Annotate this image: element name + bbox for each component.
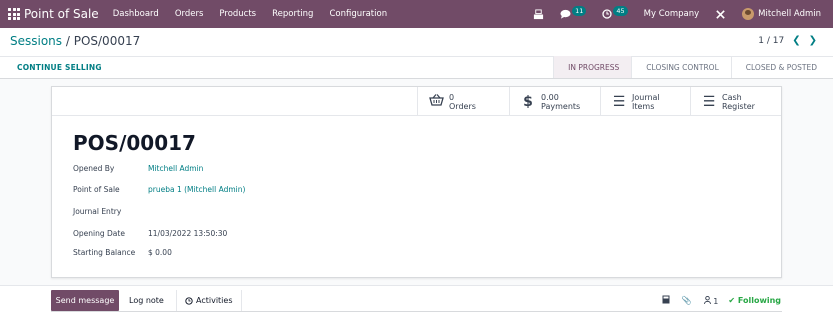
divider — [51, 311, 782, 312]
clock-icon — [185, 296, 193, 305]
status-bar: IN PROGRESS CLOSING CONTROL CLOSED & POS… — [553, 56, 829, 78]
app-brand[interactable]: Point of Sale — [24, 7, 99, 21]
user-name: Mitchell Admin — [758, 9, 821, 19]
cash-register-icon — [533, 8, 544, 19]
chatter: Send message Log note Activities 📎 1 ✔ F… — [0, 285, 833, 324]
breadcrumb-sessions[interactable]: Sessions — [10, 34, 62, 48]
field-starting-balance: $ 0.00 — [148, 248, 172, 257]
field-point-of-sale[interactable]: prueba 1 (Mitchell Admin) — [148, 185, 245, 194]
nav-reporting[interactable]: Reporting — [272, 9, 313, 19]
chat-icon — [560, 9, 571, 19]
cash-register-line1: Cash — [722, 92, 742, 102]
status-closing-control[interactable]: CLOSING CONTROL — [631, 56, 730, 78]
cash-register-smart-button[interactable]: ☰ Cash Register — [690, 87, 782, 116]
field-opened-by[interactable]: Mitchell Admin — [148, 164, 203, 173]
orders-count: 0 — [449, 92, 455, 102]
pager: 1 / 17 ❮ ❯ — [758, 35, 817, 46]
payments-label: Payments — [541, 101, 581, 111]
nav-products[interactable]: Products — [219, 9, 256, 19]
status-closed-posted[interactable]: CLOSED & POSTED — [730, 56, 829, 78]
followers-button[interactable]: 1 — [703, 295, 719, 306]
clock-icon — [602, 9, 613, 19]
basket-icon — [428, 93, 444, 110]
bars-icon: ☰ — [702, 93, 716, 110]
avatar — [742, 8, 755, 20]
journal-items-line1: Journal — [632, 92, 660, 102]
pager-previous-icon[interactable]: ❮ — [792, 35, 800, 46]
activity-menu[interactable]: 45 — [602, 6, 628, 19]
messaging-menu[interactable]: 11 — [560, 6, 587, 19]
continue-selling-button[interactable]: CONTINUE SELLING — [17, 63, 102, 72]
tools-icon — [716, 9, 725, 19]
nav-dashboard[interactable]: Dashboard — [113, 9, 159, 19]
field-label-opened-by: Opened By — [73, 164, 115, 173]
field-label-journal-entry: Journal Entry — [73, 207, 122, 216]
orders-label: Orders — [449, 101, 476, 111]
book-icon[interactable] — [662, 295, 670, 306]
bars-icon: ☰ — [612, 93, 626, 110]
field-label-opening-date: Opening Date — [73, 229, 125, 238]
debug-menu[interactable] — [715, 9, 726, 20]
following-button[interactable]: ✔ Following — [728, 296, 781, 305]
activities-label: Activities — [196, 296, 233, 305]
field-label-starting-balance: Starting Balance — [73, 248, 136, 257]
pager-value[interactable]: 1 / 17 — [758, 36, 784, 46]
paperclip-icon[interactable]: 📎 — [682, 296, 692, 305]
messages-badge: 11 — [572, 6, 587, 16]
status-in-progress[interactable]: IN PROGRESS — [553, 56, 632, 78]
nav-configuration[interactable]: Configuration — [329, 9, 387, 19]
dollar-icon: $ — [523, 93, 533, 110]
activities-badge: 45 — [613, 6, 628, 16]
systray: 11 45 My Company Mitchell Admin — [525, 0, 829, 28]
payments-smart-button[interactable]: $ 0.00 Payments — [509, 87, 601, 116]
orders-smart-button[interactable]: 0 Orders — [417, 87, 509, 116]
main-navbar: Point of Sale Dashboard Orders Products … — [0, 0, 833, 28]
field-label-point-of-sale: Point of Sale — [73, 185, 120, 194]
user-menu[interactable]: Mitchell Admin — [742, 8, 821, 20]
smart-button-box: 0 Orders $ 0.00 Payments ☰ Journal Items ☰ … — [52, 87, 781, 116]
journal-items-smart-button[interactable]: ☰ Journal Items — [600, 87, 692, 116]
breadcrumb: Sessions / POS/00017 — [10, 34, 140, 48]
apps-grid-icon — [8, 8, 20, 20]
journal-items-line2: Items — [632, 101, 655, 111]
cash-register-line2: Register — [722, 101, 755, 111]
record-title: POS/00017 — [73, 131, 196, 155]
form-sheet: 0 Orders $ 0.00 Payments ☰ Journal Items ☰ … — [51, 86, 782, 278]
user-icon — [703, 295, 711, 304]
send-message-button[interactable]: Send message — [51, 290, 119, 311]
field-opening-date: 11/03/2022 13:50:30 — [148, 229, 228, 238]
activities-button[interactable]: Activities — [176, 290, 242, 311]
breadcrumb-current: POS/00017 — [73, 34, 141, 48]
pager-next-icon[interactable]: ❯ — [809, 35, 817, 46]
followers-count: 1 — [713, 296, 719, 306]
nav-orders[interactable]: Orders — [175, 9, 204, 19]
breadcrumb-separator: / — [62, 34, 74, 48]
following-label: Following — [737, 296, 781, 305]
control-panel: Sessions / POS/00017 1 / 17 ❮ ❯ CONTINUE… — [0, 28, 833, 79]
company-switcher[interactable]: My Company — [644, 9, 700, 19]
chatter-topbar-right: 📎 1 ✔ Following — [650, 290, 781, 311]
pos-icon[interactable] — [533, 8, 544, 20]
log-note-button[interactable]: Log note — [124, 290, 169, 311]
payments-amount: 0.00 — [541, 92, 559, 102]
